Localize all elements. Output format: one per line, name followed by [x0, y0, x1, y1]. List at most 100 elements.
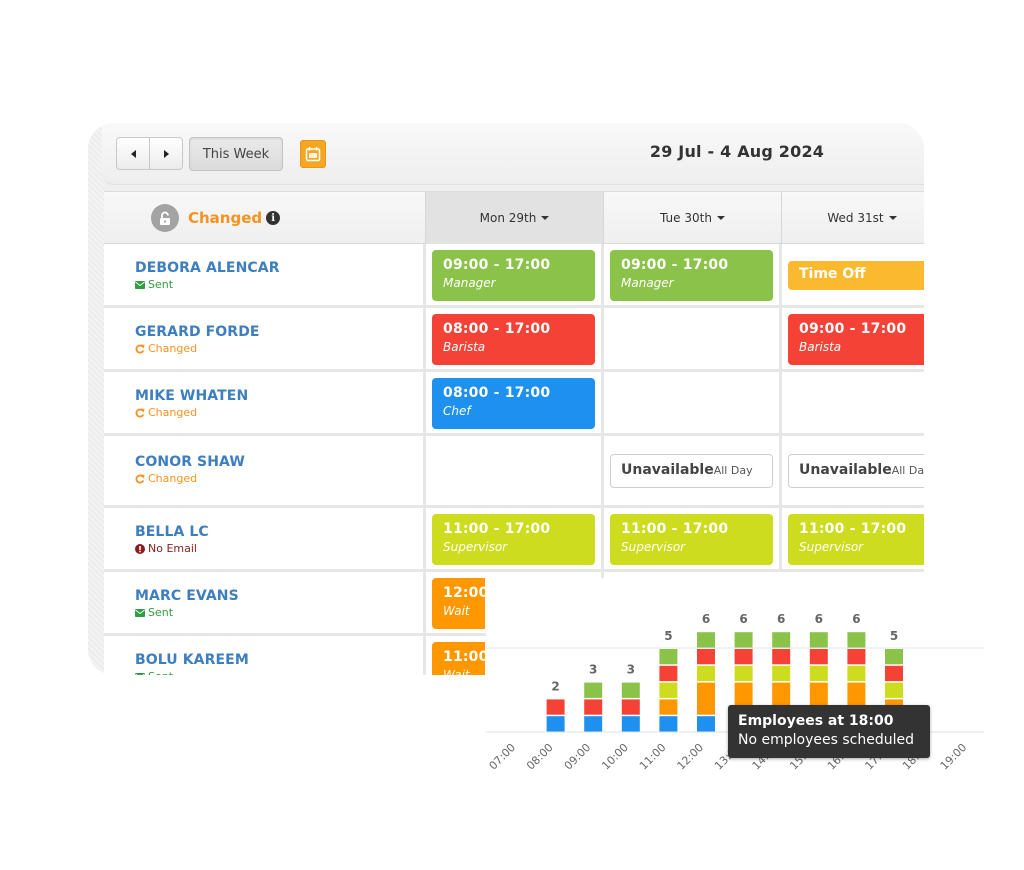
bar-segment-supervisor: [847, 665, 866, 682]
employee-status: No Email: [135, 542, 423, 555]
employee-status-label: Sent: [148, 278, 174, 291]
shift-block[interactable]: 08:00 - 17:00 Chef: [432, 378, 595, 429]
day-cell[interactable]: 08:00 - 17:00 Barista: [426, 308, 604, 369]
shift-role: Supervisor: [621, 540, 686, 554]
bar-segment-barista: [734, 649, 753, 665]
shift-role: Manager: [443, 276, 496, 290]
employee-name[interactable]: GERARD FORDE: [135, 324, 423, 340]
bar-total-label: 5: [890, 629, 898, 643]
employee-status-label: Changed: [148, 342, 198, 355]
shift-block[interactable]: 11:00 - 17:00 Supervisor: [610, 514, 773, 565]
employee-name[interactable]: BELLA LC: [135, 524, 423, 540]
week-nav-group: [116, 137, 183, 170]
day-header-mon[interactable]: Mon 29th: [426, 192, 604, 244]
x-tick-label: 10:00: [599, 741, 631, 773]
bar-total-label: 6: [739, 612, 747, 626]
calendar-button[interactable]: [300, 140, 326, 168]
alert-icon: [135, 543, 145, 554]
this-week-button[interactable]: This Week: [189, 137, 283, 171]
envelope-icon: [135, 608, 145, 617]
bar-total-label: 2: [551, 679, 559, 693]
shift-block[interactable]: 11:00 - 17:00 Supervisor: [432, 514, 595, 565]
bar-total-label: 6: [852, 612, 860, 626]
employee-cell: MARC EVANS Sent: [104, 572, 426, 633]
bar-segment-manager: [697, 632, 715, 648]
bar-segment-wait: [697, 682, 715, 715]
employee-name[interactable]: BOLU KAREEM: [135, 652, 423, 668]
shift-block[interactable]: 11:00 Wait: [432, 642, 485, 675]
bar-segment-barista: [809, 649, 828, 665]
refresh-icon: [135, 474, 145, 483]
unavailable-sub: All Day: [891, 464, 924, 477]
bar-segment-manager: [809, 632, 828, 648]
tooltip-body: No employees scheduled: [738, 732, 914, 748]
caret-down-icon: [541, 216, 550, 220]
day-cell[interactable]: UnavailableAll Day: [604, 436, 782, 505]
bar-segment-chef: [621, 716, 640, 732]
shift-time: 11:00: [443, 649, 485, 665]
publish-status-header[interactable]: Changed i: [104, 192, 426, 244]
bar-segment-supervisor: [809, 665, 828, 682]
bar-segment-manager: [847, 632, 866, 648]
time-off-block[interactable]: Time Off: [788, 261, 924, 290]
refresh-icon: [135, 344, 145, 353]
shift-block[interactable]: 11:00 - 17:00 Supervisor: [788, 514, 924, 565]
shift-block[interactable]: 12:00 Wait: [432, 578, 485, 629]
shift-time: 09:00 - 17:00: [621, 257, 729, 273]
unavailable-block[interactable]: UnavailableAll Day: [610, 454, 773, 488]
bar-segment-barista: [697, 649, 715, 665]
day-cell[interactable]: 09:00 - 17:00 Manager: [426, 244, 604, 305]
bar-segment-supervisor: [659, 682, 678, 698]
shift-block[interactable]: 09:00 - 17:00 Manager: [610, 250, 773, 301]
shift-block[interactable]: 08:00 - 17:00 Barista: [432, 314, 595, 365]
day-cell[interactable]: [782, 372, 924, 433]
unavailable-block[interactable]: UnavailableAll Day: [788, 454, 924, 488]
shift-time: 08:00 - 17:00: [443, 321, 551, 337]
employee-name[interactable]: MARC EVANS: [135, 588, 423, 604]
day-cell[interactable]: 11:00 - 17:00 Supervisor: [604, 508, 782, 569]
day-cell[interactable]: Time Off: [782, 244, 924, 305]
bar-segment-supervisor: [772, 665, 791, 682]
bar-segment-manager: [584, 682, 603, 698]
shift-time: 09:00 - 17:00: [799, 321, 907, 337]
day-header-wed[interactable]: Wed 31st: [782, 192, 924, 244]
shift-role: Wait: [443, 668, 470, 675]
day-cell[interactable]: 11:00 - 17:00 Supervisor: [426, 508, 604, 569]
employee-status: Changed: [135, 342, 423, 355]
shift-block[interactable]: 09:00 - 17:00 Barista: [788, 314, 924, 365]
prev-week-button[interactable]: [117, 138, 149, 169]
unavailable-label: Unavailable: [621, 462, 714, 478]
bar-segment-barista: [546, 699, 565, 715]
day-cell[interactable]: [426, 436, 604, 505]
bar-segment-supervisor: [697, 665, 715, 682]
next-week-button[interactable]: [149, 138, 182, 169]
day-cell[interactable]: [604, 308, 782, 369]
day-header-tue[interactable]: Tue 30th: [604, 192, 782, 244]
employee-status-label: Changed: [148, 472, 198, 485]
employee-cell: BOLU KAREEM Sent: [104, 636, 426, 675]
shift-block[interactable]: 09:00 - 17:00 Manager: [432, 250, 595, 301]
employee-row: GERARD FORDE Changed 08:00 - 17:00 Barista 0…: [104, 308, 924, 372]
shift-time: 08:00 - 17:00: [443, 385, 551, 401]
grid-header-row: Changed i Mon 29th Tue 30th Wed 31st: [104, 192, 924, 244]
shift-time: 12:00: [443, 585, 485, 601]
day-cell[interactable]: UnavailableAll Day: [782, 436, 924, 505]
employee-row: BELLA LC No Email 11:00 - 17:00 Supervisor 1…: [104, 508, 924, 572]
employee-name[interactable]: CONOR SHAW: [135, 454, 423, 470]
info-icon[interactable]: i: [266, 211, 281, 225]
tooltip-title: Employees at 18:00: [738, 713, 894, 729]
caret-left-icon: [130, 149, 136, 158]
bar-segment-barista: [885, 665, 903, 682]
day-cell[interactable]: 11:00 - 17:00 Supervisor: [782, 508, 924, 569]
employee-name[interactable]: MIKE WHATEN: [135, 388, 423, 404]
shift-role: Supervisor: [799, 540, 864, 554]
shift-role: Barista: [799, 340, 842, 354]
day-cell[interactable]: 08:00 - 17:00 Chef: [426, 372, 604, 433]
bar-total-label: 5: [664, 629, 672, 643]
bar-segment-barista: [847, 649, 866, 665]
shift-role: Supervisor: [443, 540, 508, 554]
day-cell[interactable]: [604, 372, 782, 433]
day-cell[interactable]: 09:00 - 17:00 Barista: [782, 308, 924, 369]
employee-name[interactable]: DEBORA ALENCAR: [135, 260, 423, 276]
day-cell[interactable]: 09:00 - 17:00 Manager: [604, 244, 782, 305]
